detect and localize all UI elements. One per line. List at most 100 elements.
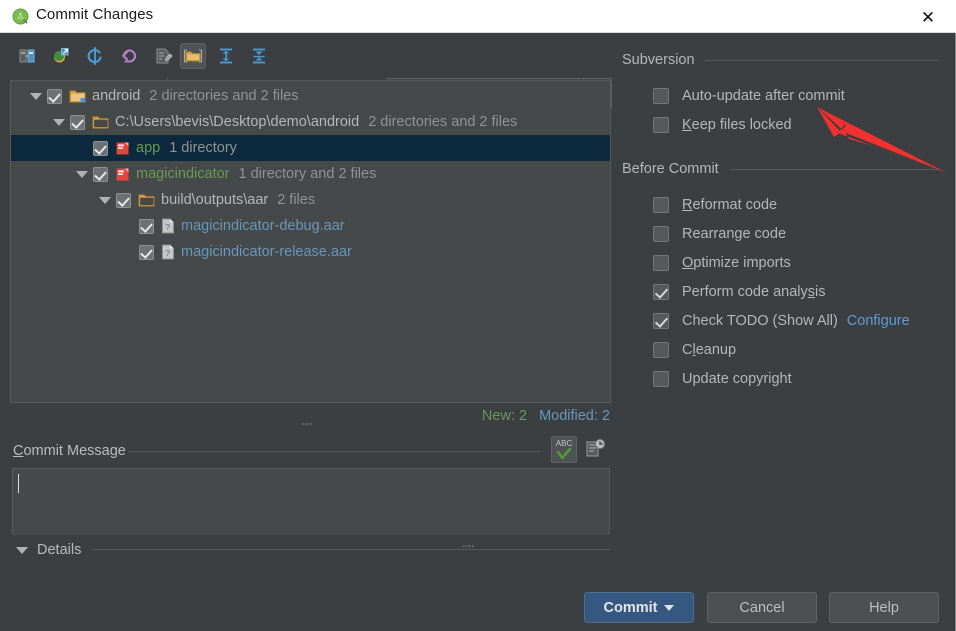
table-row[interactable]: android 2 directories and 2 files [11,83,610,109]
cleanup[interactable]: Cleanup [653,342,736,358]
checkbox[interactable] [653,197,669,213]
before-commit-section-title: Before Commit [622,161,719,177]
table-row[interactable]: app 1 directory [11,135,610,161]
chevron-down-icon [16,546,28,554]
option-label: Update copyright [682,371,792,387]
table-row[interactable]: ? magicindicator-debug.aar [11,213,610,239]
chevron-down-icon [76,170,88,178]
subversion-section-title: Subversion [622,52,695,68]
rearrange-code[interactable]: Rearrange code [653,226,786,242]
checkbox[interactable] [653,371,669,387]
cancel-button[interactable]: Cancel [707,592,817,623]
checkbox[interactable] [653,117,669,133]
keep-files-locked[interactable]: Keep files locked [653,117,792,133]
chevron-down-icon [30,92,42,100]
check-todo[interactable]: Check TODO (Show All) Configure [653,313,910,329]
row-checkbox[interactable] [116,192,131,208]
reformat-code[interactable]: Reformat code [653,197,777,213]
unknown-file-icon: ? [161,218,175,234]
tree-resize-grip[interactable]: '''' [302,422,314,433]
option-label: Rearrange code [682,226,786,242]
option-label: Optimize imports [682,255,791,271]
checkbox[interactable] [653,342,669,358]
show-diff-icon[interactable] [14,43,40,69]
tree-label: magicindicator-release.aar [181,244,352,260]
tree-label: magicindicator-debug.aar [181,218,345,234]
rollback-icon[interactable] [116,43,142,69]
row-checkbox[interactable] [139,218,154,234]
table-row[interactable]: ? magicindicator-release.aar [11,239,610,265]
tree-expander[interactable] [48,118,70,126]
module-folder-icon [69,89,86,104]
row-checkbox[interactable] [47,88,62,104]
module-icon [115,167,130,182]
commit-button[interactable]: Commit [584,592,694,623]
checkbox[interactable] [653,226,669,242]
tree-expander[interactable] [94,196,116,204]
auto-update-after-commit[interactable]: Auto-update after commit [653,88,845,104]
svg-text:?: ? [165,222,170,232]
table-row[interactable]: magicindicator 1 directory and 2 files [11,161,610,187]
tree-label: C:\Users\bevis\Desktop\demo\android [115,114,360,130]
option-label: Check TODO (Show All) [682,313,838,329]
changes-tree-panel[interactable]: android 2 directories and 2 files C:\Use… [10,80,611,403]
option-mnemonic: s [807,284,815,300]
update-copyright[interactable]: Update copyright [653,371,792,387]
module-icon [115,141,130,156]
text-caret [18,474,19,493]
details-resize-grip[interactable]: '''' [463,544,475,555]
details-toggle[interactable]: Details [16,542,81,558]
row-checkbox[interactable] [93,140,108,156]
row-checkbox[interactable] [139,244,154,260]
option-label: Cleanup [682,342,736,358]
help-button[interactable]: Help [829,592,939,623]
checkbox[interactable] [653,88,669,104]
table-row[interactable]: C:\Users\bevis\Desktop\demo\android 2 di… [11,109,610,135]
option-label-pre: Perform code analy [682,284,808,300]
commit-message-divider [128,451,540,452]
tree-expander[interactable] [71,170,93,178]
option-label-rest: ptimize imports [693,255,791,271]
commit-changes-dialog: Commit Changes ✕ android 2 directories a… [0,0,956,631]
option-mnemonic: R [682,197,693,213]
folder-icon [92,115,109,130]
option-mnemonic: O [682,255,694,271]
commit-message-label: Commit Message [13,443,133,459]
optimize-imports[interactable]: Optimize imports [653,255,791,271]
cancel-button-label: Cancel [739,599,785,616]
message-history-icon[interactable] [584,438,606,460]
option-mnemonic: K [682,117,692,133]
row-checkbox[interactable] [70,114,85,130]
help-button-label: Help [869,599,899,616]
abc-spellcheck-icon[interactable]: ABC [551,436,577,463]
option-label-rest: is [814,284,826,300]
subversion-section-rule [705,60,939,61]
checkbox[interactable] [653,255,669,271]
tree-expander[interactable] [25,92,47,100]
collapse-all-icon[interactable] [246,43,272,69]
checkbox[interactable] [653,313,669,329]
details-divider [93,549,610,550]
group-by-directory-icon[interactable] [180,43,206,69]
option-label-rest: eformat code [692,197,778,213]
chevron-down-icon [99,196,111,204]
option-label: Reformat code [682,197,777,213]
row-checkbox[interactable] [93,166,108,182]
svg-text:?: ? [165,248,170,258]
tree-detail: 2 directories and 2 files [368,114,518,130]
toolbar: Change list: Default [0,33,956,109]
title-bar: Commit Changes ✕ [0,0,956,33]
edit-source-icon[interactable] [150,43,176,69]
refresh-icon[interactable] [82,43,108,69]
option-label-rest: e code [742,226,787,242]
close-icon[interactable]: ✕ [914,5,942,29]
option-label: Keep files locked [682,117,792,133]
perform-code-analysis[interactable]: Perform code analysis [653,284,825,300]
table-row[interactable]: build\outputs\aar 2 files [11,187,610,213]
revert-changes-icon[interactable] [48,43,74,69]
commit-message-input[interactable] [12,468,610,535]
checkbox[interactable] [653,284,669,300]
unknown-file-icon: ? [161,244,175,260]
expand-all-icon[interactable] [213,43,239,69]
configure-link[interactable]: Configure [847,313,910,329]
